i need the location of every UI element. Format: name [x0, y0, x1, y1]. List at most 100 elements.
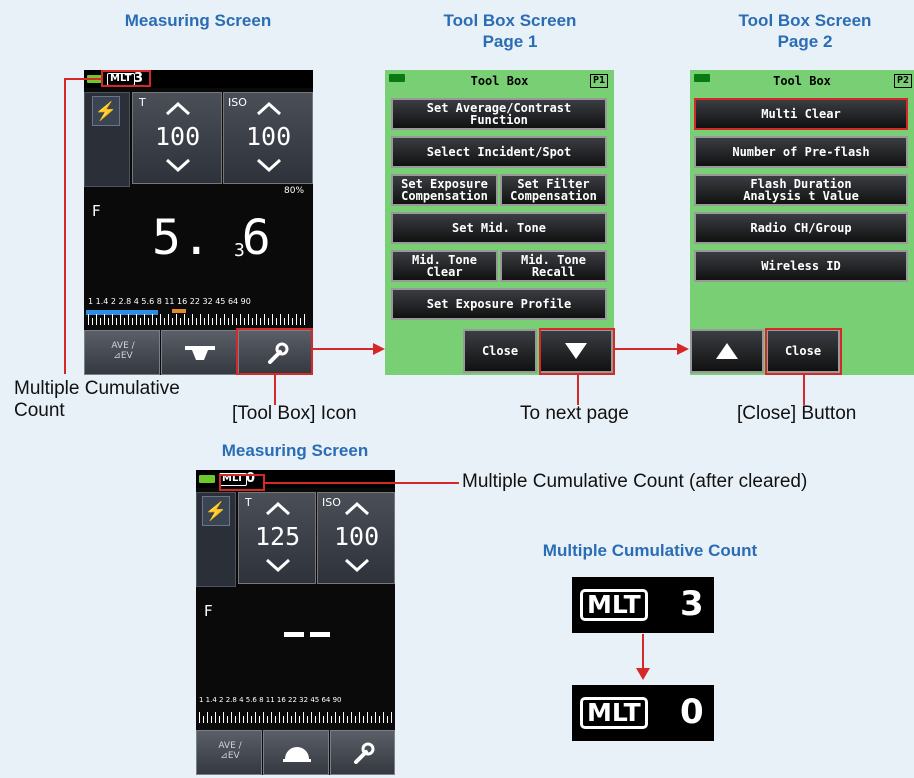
mid-tone-recall-button[interactable]: Mid. Tone Recall [500, 250, 607, 282]
mid-tone-clear-button[interactable]: Mid. Tone Clear [391, 250, 498, 282]
wireless-id-button[interactable]: Wireless ID [694, 250, 908, 282]
arrow-head-2 [677, 343, 689, 355]
callout-close-button: [Close] Button [737, 403, 857, 424]
ave-ev-label: AVE / ⊿EV [111, 341, 135, 361]
battery-icon [199, 475, 215, 483]
callout-next-page: To next page [520, 403, 629, 424]
leader-next-page [577, 375, 579, 405]
mlt-zoom-after: MLT 0 [572, 685, 714, 741]
measuring-screen-2: MLT 0 ⚡ T 125 ISO 100 F 1 1.4 2 2.8 4 5.… [196, 470, 395, 775]
radio-ch-group-button[interactable]: Radio CH/Group [694, 212, 908, 244]
aperture-scale-labels: 1 1.4 2 2.8 4 5.6 8 11 16 22 32 45 64 90 [199, 696, 342, 704]
leader-after-cleared [265, 482, 459, 484]
flash-duration-button[interactable]: Flash Duration Analysis t Value [694, 174, 908, 206]
ave-ev-button[interactable]: AVE / ⊿EV [84, 330, 160, 375]
arrow-line-1 [313, 348, 375, 350]
mlt-badge-large: MLT [580, 589, 648, 621]
t-down-icon[interactable] [264, 557, 292, 573]
iso-up-icon[interactable] [255, 101, 283, 117]
leader-mlt-vertical [64, 78, 66, 374]
iso-label: ISO [228, 96, 247, 109]
iso-value: 100 [246, 122, 292, 151]
set-exposure-compensation-button[interactable]: Set Exposure Compensation [391, 174, 498, 206]
f-label: F [92, 202, 101, 220]
multi-clear-button[interactable]: Multi Clear [694, 98, 908, 130]
toolbox-icon-highlight [236, 328, 313, 375]
mlt-count-before: 3 [680, 584, 704, 624]
arrow-line-2 [615, 348, 679, 350]
mlt-zoom-before: MLT 3 [572, 577, 714, 633]
dome-diffuser-icon [283, 747, 311, 762]
iso-up-icon[interactable] [343, 501, 371, 517]
f-value: 5. 6 [152, 210, 272, 266]
set-average-contrast-button[interactable]: Set Average/Contrast Function [391, 98, 607, 130]
percent-readout: 80% [284, 186, 305, 196]
iso-down-icon[interactable] [255, 157, 283, 173]
zoom-arrow-line [642, 634, 644, 670]
mlt-count-after: 0 [680, 692, 704, 732]
mlt-count-cleared-highlight [219, 474, 265, 491]
page-badge: P2 [894, 74, 913, 88]
toolbox-button[interactable] [330, 730, 395, 775]
t-value: 100 [155, 122, 201, 151]
ave-ev-label: AVE / ⊿EV [218, 741, 242, 761]
ave-ev-button[interactable]: AVE / ⊿EV [196, 730, 262, 775]
callout-toolbox-icon: [Tool Box] Icon [232, 403, 357, 424]
iso-setting-box[interactable]: ISO 100 [223, 92, 313, 184]
iso-down-icon[interactable] [343, 557, 371, 573]
select-incident-spot-button[interactable]: Select Incident/Spot [391, 136, 607, 168]
f-value-subscript: 3 [234, 240, 245, 261]
flash-mode-icon[interactable]: ⚡ [92, 96, 120, 126]
zoom-arrow-head [636, 668, 650, 680]
up-arrow-icon [716, 343, 738, 359]
t-setting-box[interactable]: T 125 [238, 492, 316, 584]
receptor-button[interactable] [263, 730, 329, 775]
callout-after-cleared: Multiple Cumulative Count (after cleared… [462, 471, 808, 492]
toolbox-page1-title: Tool Box Screen Page 1 [443, 11, 577, 51]
toolbox-header: Tool Box P1 [385, 70, 614, 92]
t-label: T [245, 496, 252, 509]
next-page-highlight [539, 328, 615, 375]
set-mid-tone-button[interactable]: Set Mid. Tone [391, 212, 607, 244]
t-down-icon[interactable] [164, 157, 192, 173]
arrow-head-1 [373, 343, 385, 355]
leader-mlt-horizontal [64, 78, 101, 80]
f-value-dash-1 [284, 632, 304, 637]
t-up-icon[interactable] [264, 501, 292, 517]
measuring-screen-title-2: Measuring Screen [221, 441, 369, 460]
iso-setting-box[interactable]: ISO 100 [317, 492, 395, 584]
number-of-preflash-button[interactable]: Number of Pre-flash [694, 136, 908, 168]
set-filter-compensation-button[interactable]: Set Filter Compensation [500, 174, 607, 206]
measuring-screen-title-1: Measuring Screen [124, 11, 272, 30]
scale-minor-ticks [199, 716, 392, 723]
close-button[interactable]: Close [463, 329, 537, 373]
toolbox-header: Tool Box P2 [690, 70, 914, 92]
t-value: 125 [255, 522, 301, 551]
aperture-scale-labels: 1 1.4 2 2.8 4 5.6 8 11 16 22 32 45 64 90 [88, 297, 251, 306]
callout-multiple-count: Multiple Cumulative Count [14, 378, 180, 421]
t-label: T [139, 96, 146, 109]
t-up-icon[interactable] [164, 101, 192, 117]
close-button-highlight [765, 328, 842, 375]
scale-orange-marker [172, 309, 186, 313]
t-setting-box[interactable]: T 100 [132, 92, 222, 184]
mlt-badge-large: MLT [580, 697, 648, 729]
page-badge: P1 [590, 74, 609, 88]
iso-label: ISO [322, 496, 341, 509]
toolbox-title: Tool Box [470, 74, 529, 88]
receptor-button[interactable] [161, 330, 237, 375]
mlt-zoom-title: Multiple Cumulative Count [542, 541, 758, 560]
flash-mode-icon[interactable]: ⚡ [202, 496, 230, 526]
mlt-count-highlight [101, 70, 151, 87]
leader-toolbox-icon [274, 375, 276, 405]
leader-close-button [803, 375, 805, 405]
set-exposure-profile-button[interactable]: Set Exposure Profile [391, 288, 607, 320]
scale-minor-ticks [88, 318, 308, 325]
f-value-dash-2 [310, 632, 330, 637]
iso-value: 100 [334, 522, 380, 551]
toolbox-page2-title: Tool Box Screen Page 2 [738, 11, 872, 51]
f-label: F [204, 602, 213, 620]
flat-diffuser-icon [185, 346, 215, 360]
previous-page-button[interactable] [690, 329, 764, 373]
wrench-icon [354, 742, 375, 764]
